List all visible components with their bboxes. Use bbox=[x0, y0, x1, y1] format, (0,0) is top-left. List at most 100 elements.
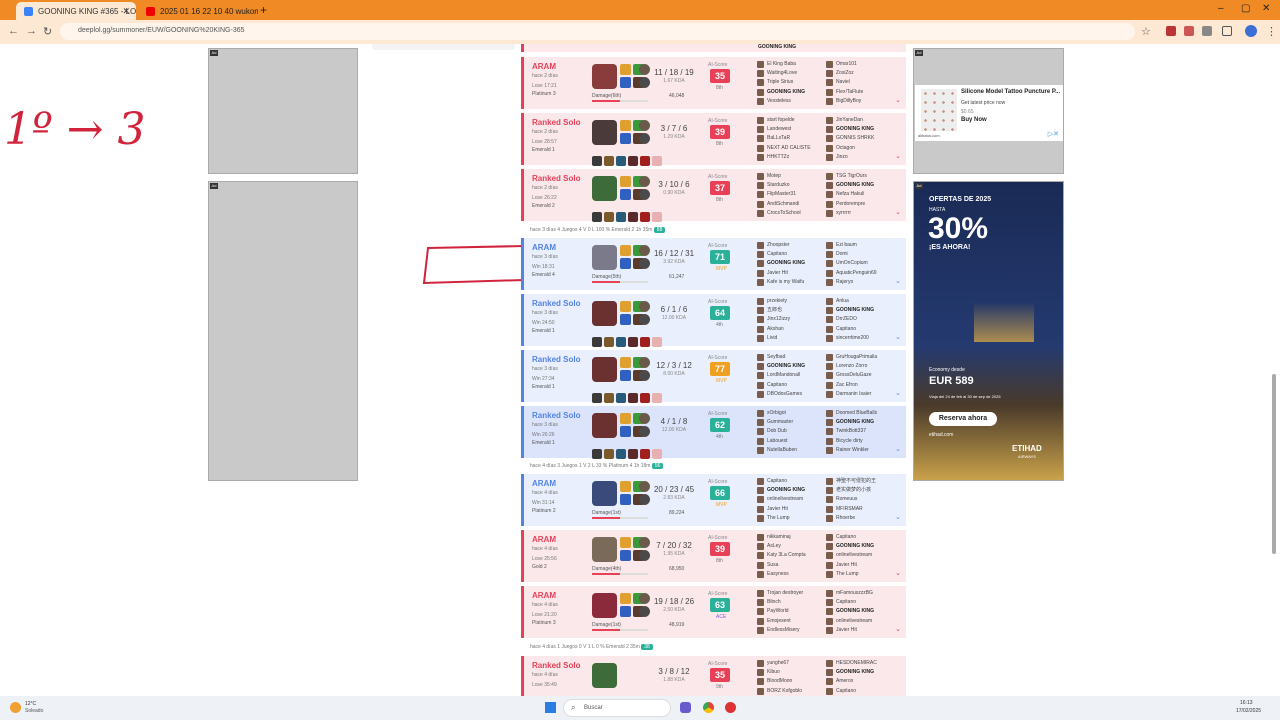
summoner-spell-icon[interactable] bbox=[620, 176, 631, 187]
match-row[interactable]: ARAM hace 3 días Win 18:31 Emerald 4 16 / 12… bbox=[521, 238, 906, 290]
player-name[interactable]: Zhoopster bbox=[757, 241, 805, 250]
expand-chevron-icon[interactable]: ⌄ bbox=[895, 277, 901, 285]
player-name[interactable]: mFamouszzzBG bbox=[826, 589, 874, 598]
ad-title[interactable]: Silicone Model Tattoo Puncture P... bbox=[961, 89, 1060, 95]
player-name[interactable]: Vexsteless bbox=[757, 97, 805, 106]
summoner-spell-icon[interactable] bbox=[620, 133, 631, 144]
player-name[interactable]: Domi bbox=[826, 250, 877, 259]
forward-icon[interactable]: → bbox=[26, 25, 37, 37]
player-name[interactable]: Amerox bbox=[826, 677, 877, 686]
player-name[interactable]: Darmanin Isaier bbox=[826, 390, 877, 399]
summoner-spell-icon[interactable] bbox=[620, 426, 631, 437]
taskbar-search-input[interactable]: ⌕ Buscar bbox=[563, 699, 671, 717]
player-name[interactable]: GOONING KING bbox=[758, 44, 796, 50]
match-row[interactable]: Ranked Solo hace 2 días Lose 26:22 Emerald … bbox=[521, 169, 906, 222]
player-name[interactable]: BloodMoon bbox=[757, 677, 802, 686]
summoner-spell-icon[interactable] bbox=[620, 606, 631, 617]
player-name[interactable]: onlinelivestream bbox=[757, 495, 805, 504]
item-icon[interactable] bbox=[652, 449, 662, 459]
item-icon[interactable] bbox=[592, 449, 602, 459]
match-row-partial[interactable]: GOONING KING bbox=[521, 44, 906, 52]
item-icon[interactable] bbox=[604, 393, 614, 403]
player-name[interactable]: GOONING KING bbox=[826, 542, 874, 551]
player-name[interactable]: Susa bbox=[757, 561, 806, 570]
player-name[interactable]: Dob Dub bbox=[757, 427, 797, 436]
player-name[interactable]: DBOdosGames bbox=[757, 390, 805, 399]
browser-tab-active[interactable]: GOONING KING #365 - LOL Statistics ✕ bbox=[16, 2, 136, 20]
expand-chevron-icon[interactable]: ⌄ bbox=[895, 445, 901, 453]
item-icon[interactable] bbox=[592, 212, 602, 222]
player-name[interactable]: GOONING KING bbox=[757, 259, 805, 268]
player-name[interactable]: TwinkBott337 bbox=[826, 427, 877, 436]
profile-avatar[interactable] bbox=[1245, 25, 1257, 37]
champion-portrait[interactable] bbox=[592, 663, 617, 688]
player-name[interactable]: BaLLsTaR bbox=[757, 134, 811, 143]
item-icon[interactable] bbox=[604, 337, 614, 347]
summoner-spell-icon[interactable] bbox=[620, 258, 631, 269]
ad-reserve-button[interactable]: Reserva ahora bbox=[929, 412, 997, 426]
windows-start-icon[interactable] bbox=[545, 702, 556, 713]
expand-chevron-icon[interactable]: ⌄ bbox=[895, 208, 901, 216]
match-row[interactable]: ARAM hace 4 días Lose 21:20 Platinum 3 19 / … bbox=[521, 586, 906, 638]
expand-chevron-icon[interactable]: ⌄ bbox=[895, 513, 901, 521]
extensions-puzzle-icon[interactable] bbox=[1202, 26, 1212, 36]
player-name[interactable]: GOONING KING bbox=[826, 668, 877, 677]
player-name[interactable]: Kibuo bbox=[757, 668, 802, 677]
player-name[interactable]: GOONING KING bbox=[826, 181, 874, 190]
summoner-spell-icon[interactable] bbox=[620, 314, 631, 325]
item-icon[interactable] bbox=[652, 393, 662, 403]
player-name[interactable]: Nefza Hakuli bbox=[826, 190, 874, 199]
player-name[interactable]: Capitano bbox=[757, 477, 805, 486]
champion-portrait[interactable] bbox=[592, 64, 617, 89]
item-icon[interactable] bbox=[616, 212, 626, 222]
player-name[interactable]: TSG TigrOurs bbox=[826, 172, 874, 181]
player-name[interactable]: PayWorld bbox=[757, 607, 803, 616]
player-name[interactable]: Akshan bbox=[757, 325, 790, 334]
player-name[interactable]: Romeuus bbox=[826, 495, 876, 504]
player-name[interactable]: NEXT AD CALISTE bbox=[757, 144, 811, 153]
player-name[interactable]: yunghe67 bbox=[757, 659, 802, 668]
new-tab-button[interactable]: + bbox=[260, 3, 267, 17]
player-name[interactable]: Jinzo bbox=[826, 153, 874, 162]
player-name[interactable]: Javier Hit bbox=[826, 561, 874, 570]
player-name[interactable]: Lorenzo Zorro bbox=[826, 362, 877, 371]
expand-chevron-icon[interactable]: ⌄ bbox=[895, 333, 901, 341]
player-name[interactable]: AquaticPenguin69 bbox=[826, 269, 877, 278]
player-name[interactable]: Labouest bbox=[757, 437, 797, 446]
item-icon[interactable] bbox=[628, 337, 638, 347]
expand-chevron-icon[interactable]: ⌄ bbox=[895, 569, 901, 577]
player-name[interactable]: DrrZEDO bbox=[826, 315, 874, 324]
reload-icon[interactable]: ↻ bbox=[43, 25, 52, 38]
player-name[interactable]: GOONING KING bbox=[826, 607, 874, 616]
player-name[interactable]: AsLey bbox=[757, 542, 806, 551]
player-name[interactable]: Anlua bbox=[826, 297, 874, 306]
summoner-spell-icon[interactable] bbox=[620, 301, 631, 312]
summoner-spell-icon[interactable] bbox=[620, 189, 631, 200]
player-name[interactable]: Javier Hit bbox=[826, 626, 874, 635]
player-name[interactable]: GOONING KING bbox=[757, 362, 805, 371]
item-icon[interactable] bbox=[640, 393, 650, 403]
player-name[interactable]: Emojesent bbox=[757, 617, 803, 626]
taskbar-app-icon[interactable] bbox=[725, 702, 736, 713]
summoner-spell-icon[interactable] bbox=[620, 413, 631, 424]
player-name[interactable]: BigDillyBoy bbox=[826, 97, 863, 106]
item-icon[interactable] bbox=[616, 449, 626, 459]
match-row[interactable]: ARAM hace 2 días Lose 17:21 Platinum 3 11 / … bbox=[521, 57, 906, 109]
player-name[interactable]: GOONING KING bbox=[757, 486, 805, 495]
taskbar-app-icon[interactable] bbox=[680, 702, 691, 713]
match-row[interactable]: Ranked Solo hace 3 días Win 26:26 Emerald 1… bbox=[521, 406, 906, 459]
summoner-spell-icon[interactable] bbox=[620, 77, 631, 88]
player-name[interactable]: Rainer Winkler bbox=[826, 446, 877, 455]
summoner-spell-icon[interactable] bbox=[620, 593, 631, 604]
player-name[interactable]: Zac Efron bbox=[826, 381, 877, 390]
player-name[interactable]: 五郎也 bbox=[757, 306, 790, 315]
champion-portrait[interactable] bbox=[592, 301, 617, 326]
player-name[interactable]: LordMandonall bbox=[757, 371, 805, 380]
item-icon[interactable] bbox=[652, 212, 662, 222]
player-name[interactable]: sincerrtime200 bbox=[826, 334, 874, 343]
expand-chevron-icon[interactable]: ⌄ bbox=[895, 152, 901, 160]
item-icon[interactable] bbox=[616, 393, 626, 403]
item-icon[interactable] bbox=[628, 212, 638, 222]
player-name[interactable]: Capitano bbox=[826, 533, 874, 542]
player-name[interactable]: nikkaminaj bbox=[757, 533, 806, 542]
